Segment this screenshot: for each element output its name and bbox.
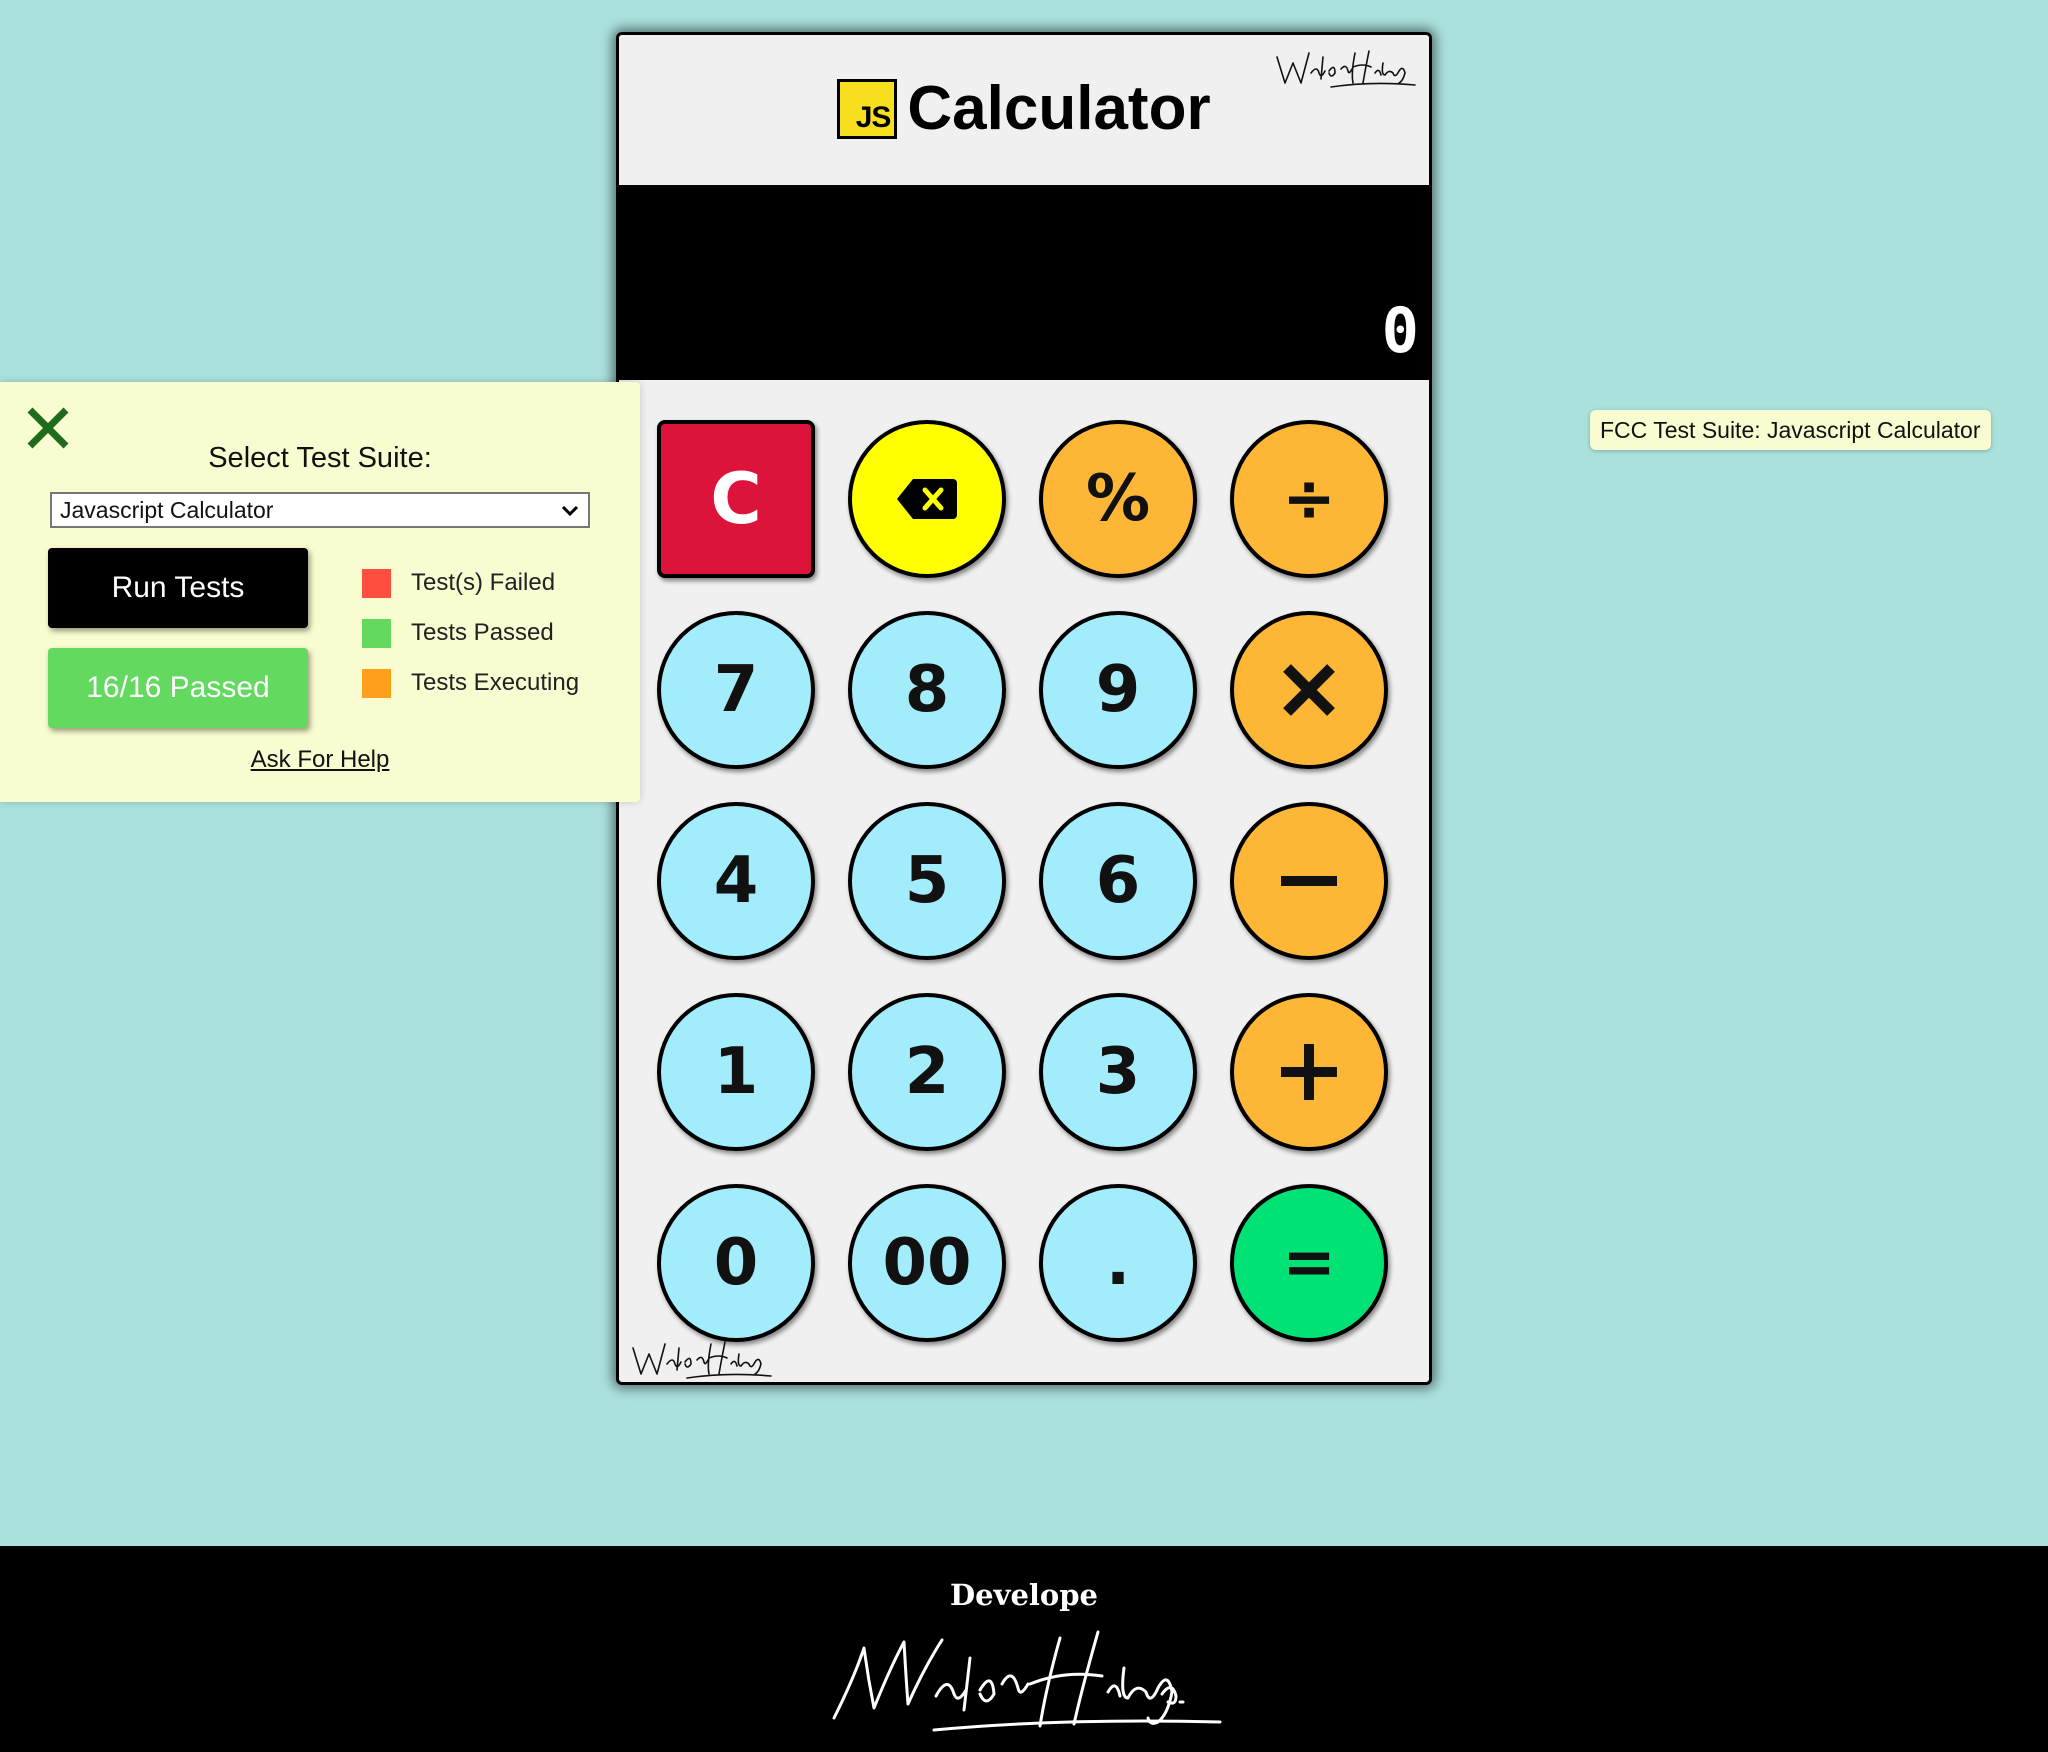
minus-icon (1281, 876, 1337, 886)
legend-item-failed: Test(s) Failed (362, 568, 579, 598)
test-suite-select[interactable]: Javascript Calculator (50, 492, 590, 528)
multiply-button[interactable] (1230, 611, 1388, 769)
decimal-button[interactable]: . (1039, 1184, 1197, 1342)
percent-button[interactable]: % (1039, 420, 1197, 578)
zero-button[interactable]: 0 (657, 1184, 815, 1342)
select-suite-label: Select Test Suite: (208, 442, 432, 474)
six-button-label: 6 (1095, 844, 1141, 918)
footer-label: Develope (950, 1578, 1098, 1612)
display-value: 0 (1381, 294, 1419, 367)
one-button-label: 1 (713, 1035, 759, 1109)
js-logo-icon: JS (837, 79, 898, 139)
double-zero-button-label: 00 (882, 1226, 972, 1300)
plus-icon (1281, 1044, 1337, 1100)
calculator: JS Calculator 0 C % ÷ 7 8 9 4 5 6 1 2 3 … (616, 32, 1432, 1385)
signature-logo-bottom (632, 1341, 772, 1379)
zero-button-label: 0 (713, 1226, 759, 1300)
four-button-label: 4 (713, 844, 759, 918)
test-result-button[interactable]: 16/16 Passed (48, 648, 308, 728)
percent-button-label: % (1085, 462, 1151, 536)
eight-button-label: 8 (904, 653, 950, 727)
test-legend: Test(s) Failed Tests Passed Tests Execut… (362, 568, 579, 718)
fcc-test-panel: Select Test Suite: Javascript Calculator… (0, 382, 640, 802)
three-button[interactable]: 3 (1039, 993, 1197, 1151)
clear-button[interactable]: C (657, 420, 815, 578)
seven-button[interactable]: 7 (657, 611, 815, 769)
clear-button-label: C (710, 458, 762, 540)
js-logo-text: JS (855, 101, 892, 134)
divide-button[interactable]: ÷ (1230, 420, 1388, 578)
legend-item-executing: Tests Executing (362, 668, 579, 698)
legend-swatch-passed (362, 618, 391, 648)
calculator-header: JS Calculator (619, 35, 1429, 185)
one-button[interactable]: 1 (657, 993, 815, 1151)
four-button[interactable]: 4 (657, 802, 815, 960)
signature-logo-top (1276, 50, 1416, 88)
equals-button-label: = (1282, 1226, 1336, 1300)
seven-button-label: 7 (713, 653, 759, 727)
six-button[interactable]: 6 (1039, 802, 1197, 960)
add-button[interactable] (1230, 993, 1388, 1151)
divide-button-label: ÷ (1282, 462, 1336, 536)
nine-button-label: 9 (1095, 653, 1141, 727)
decimal-button-label: . (1105, 1226, 1131, 1300)
double-zero-button[interactable]: 00 (848, 1184, 1006, 1342)
two-button-label: 2 (904, 1035, 950, 1109)
five-button[interactable]: 5 (848, 802, 1006, 960)
legend-label-failed: Test(s) Failed (411, 569, 556, 596)
multiply-icon (1283, 664, 1335, 716)
backspace-icon (897, 479, 957, 519)
legend-swatch-failed (362, 568, 391, 598)
fcc-test-suite-tag[interactable]: FCC Test Suite: Javascript Calculator (1590, 410, 1991, 450)
five-button-label: 5 (904, 844, 950, 918)
keypad: C % ÷ 7 8 9 4 5 6 1 2 3 0 00 . = (657, 420, 1397, 1342)
test-suite-selected-value: Javascript Calculator (60, 497, 274, 523)
delete-button[interactable] (848, 420, 1006, 578)
calculator-title: Calculator (907, 74, 1211, 143)
calculator-display: 0 (619, 185, 1429, 380)
legend-swatch-executing (362, 668, 391, 698)
footer-signature-logo (832, 1630, 1222, 1732)
chevron-down-icon (561, 505, 579, 517)
run-tests-button[interactable]: Run Tests (48, 548, 308, 628)
ask-for-help-link[interactable]: Ask For Help (0, 746, 640, 774)
eight-button[interactable]: 8 (848, 611, 1006, 769)
three-button-label: 3 (1095, 1035, 1141, 1109)
equals-button[interactable]: = (1230, 1184, 1388, 1342)
legend-item-passed: Tests Passed (362, 618, 579, 648)
nine-button[interactable]: 9 (1039, 611, 1197, 769)
two-button[interactable]: 2 (848, 993, 1006, 1151)
legend-label-passed: Tests Passed (411, 619, 554, 646)
subtract-button[interactable] (1230, 802, 1388, 960)
footer: Develope (0, 1546, 2048, 1752)
legend-label-executing: Tests Executing (411, 669, 580, 696)
